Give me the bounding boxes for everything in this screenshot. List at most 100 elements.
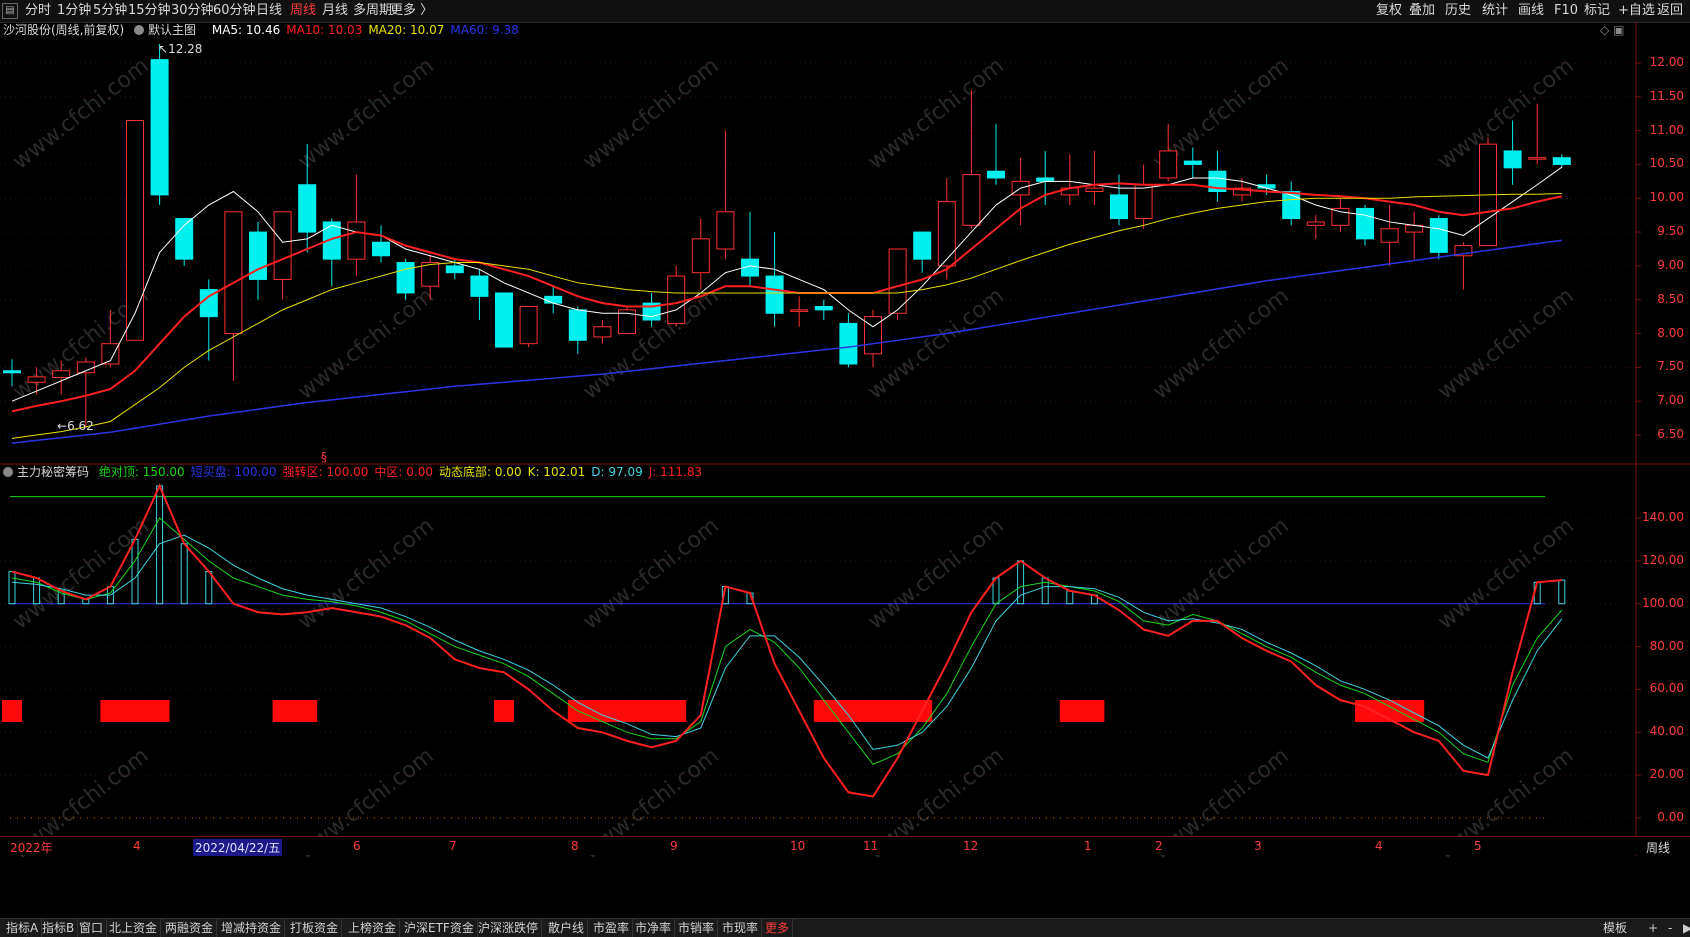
bottom-right-button-2[interactable]: - (1665, 919, 1675, 937)
watermark-text: www.cfchi.com (1148, 283, 1293, 404)
bottom-tab-12[interactable]: 市净率 (632, 919, 676, 937)
ma-line-ma20 (11, 193, 1562, 439)
candle (839, 313, 858, 368)
candle-body (1110, 194, 1128, 220)
candle-body (273, 211, 292, 280)
candle-body (987, 170, 1005, 179)
indicator-param: 绝对顶: 150.00 (98, 465, 185, 479)
candle (593, 320, 612, 344)
price-tick-label: 10.50 (1649, 156, 1684, 171)
candle-body (1380, 228, 1399, 243)
candle-body (3, 370, 21, 374)
indicator-name: 主力秘密筹码 (17, 465, 90, 479)
candle (1011, 157, 1030, 226)
candle (199, 279, 218, 361)
candle-body (126, 119, 144, 341)
bottom-tab-6[interactable]: 打板资金 (287, 919, 343, 937)
price-tick-label: 6.50 (1657, 427, 1684, 441)
candle-body (1183, 160, 1202, 165)
bottom-tab-2[interactable]: 窗口 (76, 919, 108, 937)
candle (544, 286, 563, 314)
watermark-text: www.cfchi.com (293, 513, 438, 634)
date-label: 8 (571, 839, 579, 853)
bottom-tab-1[interactable]: 指标B (39, 919, 79, 937)
bottom-tab-13[interactable]: 市销率 (675, 919, 719, 937)
j-bar (1066, 590, 1074, 605)
candle-body (1282, 191, 1301, 220)
watermark-text: www.cfchi.com (863, 283, 1008, 404)
indicator-param: J: 111.83 (648, 465, 703, 479)
bottom-tab-0[interactable]: 指标A (3, 919, 43, 937)
date-axis-period: 周线 (1646, 841, 1671, 855)
candle-body (27, 376, 46, 383)
date-axis: 2022年 4 2022/04/22/五 6 7 8 9 10 11 12 1 2 3 4 5 周线 (0, 836, 1690, 856)
candle (1282, 181, 1301, 226)
indicator-tick-label: 60.00 (1649, 681, 1684, 696)
candle-body (814, 305, 833, 311)
candle-body (765, 275, 784, 314)
candle (1159, 123, 1178, 182)
candle (1085, 150, 1104, 206)
candle (347, 174, 366, 277)
bottom-tab-11[interactable]: 市盈率 (590, 919, 634, 937)
candle-body (347, 221, 366, 260)
candle (667, 265, 686, 327)
bottom-tab-4[interactable]: 两融资金 (162, 919, 218, 937)
candle (987, 123, 1005, 185)
bottom-tab-3[interactable]: 北上资金 (106, 919, 162, 937)
ma-line-ma60 (11, 239, 1562, 444)
bottom-tab-5[interactable]: 增减持资金 (218, 919, 286, 937)
signal-block (494, 700, 514, 722)
price-tick-label: 8.50 (1657, 291, 1684, 306)
watermark-text: www.cfchi.com (1433, 283, 1578, 404)
candle-body (962, 174, 981, 226)
candle (1503, 120, 1522, 185)
indicator-layer (2, 483, 1566, 819)
candle (76, 357, 95, 427)
candle (741, 211, 759, 287)
candle (618, 306, 636, 335)
candle (1110, 174, 1128, 226)
indicator-tick-label: 40.00 (1649, 724, 1684, 739)
candle (1429, 215, 1448, 260)
indicator-tick-label: 80.00 (1649, 638, 1684, 653)
ma-line-ma5 (11, 166, 1563, 402)
candle-body (1036, 177, 1055, 182)
indicator-params: 绝对顶: 150.00 短买盘: 100.00 强转区: 100.00 中区: 0.0… (99, 465, 708, 479)
bottom-tab-9[interactable]: 沪深涨跌停 (475, 919, 543, 937)
candle-body (937, 201, 956, 267)
indicator-menu-icon[interactable] (3, 467, 13, 477)
bottom-tab-8[interactable]: 沪深ETF资金 (401, 919, 478, 937)
bottom-right-button-3[interactable]: ▶ (1680, 919, 1690, 937)
j-bar (156, 485, 164, 605)
indicator-line-k (11, 517, 1563, 766)
bottom-tab-14[interactable]: 市现率 (719, 919, 763, 937)
bottom-tab-15[interactable]: 更多 (762, 919, 794, 937)
candle-body (1528, 157, 1547, 160)
price-tick-label: 9.00 (1657, 257, 1684, 272)
candle (1552, 154, 1571, 168)
date-label: 5 (1474, 839, 1482, 853)
price-tick-label: 9.50 (1657, 224, 1684, 239)
candle-body (470, 275, 489, 297)
candle-body (495, 292, 513, 348)
bottom-right-button-1[interactable]: + (1645, 919, 1661, 937)
candle (1356, 205, 1374, 246)
bottom-right-button-0[interactable]: 模板 (1600, 919, 1630, 937)
date-label: 11 (863, 839, 879, 853)
watermark-text: www.cfchi.com (863, 53, 1008, 174)
candle (642, 292, 661, 327)
candle (224, 211, 243, 381)
bottom-tab-10[interactable]: 散户线 (545, 919, 589, 937)
bottom-tab-7[interactable]: 上榜资金 (345, 919, 401, 937)
candle-body (52, 370, 71, 379)
bottom-tab-bar: 指标A 指标B 窗口 北上资金 两融资金 增减持资金 打板资金 上榜资金 沪深ETF资金 沪深涨跌… (0, 918, 1690, 937)
candle (470, 269, 489, 321)
low-price-marker: ←6.62 (57, 419, 94, 433)
price-tick-label: 10.00 (1649, 190, 1684, 205)
s-marker-icon: § (321, 450, 327, 464)
candle-body (667, 275, 686, 324)
candle (1454, 242, 1473, 290)
moving-average-layer (11, 166, 1563, 444)
candle-body (175, 218, 194, 260)
